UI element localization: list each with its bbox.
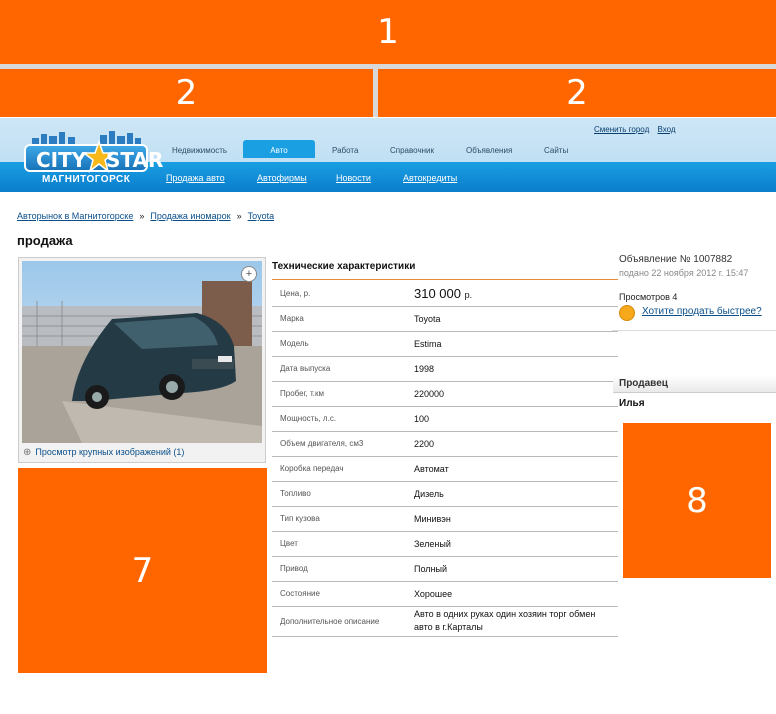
spec-price: 310 000 р. <box>407 281 618 306</box>
login-link[interactable]: Вход <box>657 125 675 134</box>
breadcrumb: Авторынок в Магнитогорске » Продажа иномар… <box>17 211 274 221</box>
spec-value: Минивэн <box>414 513 451 524</box>
price-unit: р. <box>464 289 473 300</box>
spec-label: Дополнительное описание <box>280 616 380 626</box>
spec-label: Дата выпуска <box>280 364 331 373</box>
specs-divider <box>272 279 618 280</box>
zoom-icon[interactable]: + <box>241 266 257 282</box>
view-large-images-label: Просмотр крупных изображений (1) <box>35 447 185 457</box>
spec-label: Объем двигателя, см3 <box>280 439 364 448</box>
spec-value: Полный <box>414 563 447 574</box>
ad-banner-left-bottom[interactable]: 7 <box>18 468 267 673</box>
sub-link-car-sales[interactable]: Продажа авто <box>166 173 225 183</box>
table-row: Объем двигателя, см3 2200 <box>272 431 618 456</box>
table-row: Марка Toyota <box>272 306 618 331</box>
tab-real-estate[interactable]: Недвижимость <box>172 146 227 155</box>
photo-gallery: + ⊕ Просмотр крупных изображений (1) <box>18 257 266 463</box>
ad-banner-top[interactable]: 1 <box>0 0 776 64</box>
magnifier-icon: ⊕ <box>23 447 32 458</box>
spec-label: Топливо <box>280 489 311 498</box>
spec-value: 220000 <box>414 388 445 399</box>
sub-link-car-loans[interactable]: Автокредиты <box>403 173 457 183</box>
spec-value: Хорошее <box>414 588 453 599</box>
ad-info: Объявление № 1007882 подано 22 ноября 20… <box>619 254 775 302</box>
spec-label: Пробег, т.км <box>280 389 324 398</box>
spec-value: Toyota <box>414 313 441 324</box>
spec-label: Привод <box>280 564 308 573</box>
ad-number: Объявление № 1007882 <box>619 254 733 265</box>
lightbulb-icon <box>619 305 635 321</box>
breadcrumb-item[interactable]: Авторынок в Магнитогорске <box>17 211 133 221</box>
divider <box>612 330 776 331</box>
spec-value: Estima <box>414 338 442 349</box>
tab-classifieds[interactable]: Объявления <box>466 146 512 155</box>
tab-auto[interactable]: Авто <box>243 140 315 158</box>
table-row: Дата выпуска 1998 <box>272 356 618 381</box>
spec-label: Цена, р. <box>280 288 311 298</box>
specs-title: Технические характеристики <box>272 261 416 272</box>
tab-jobs[interactable]: Работа <box>332 146 358 155</box>
sell-faster-label: Хотите продать быстрее? <box>642 306 762 317</box>
spec-value: Автомат <box>414 463 449 474</box>
breadcrumb-item[interactable]: Toyota <box>248 211 275 221</box>
spec-label: Модель <box>280 339 309 348</box>
table-row: Топливо Дизель <box>272 481 618 506</box>
spec-value: 2200 <box>414 438 435 449</box>
spec-label: Марка <box>280 314 304 323</box>
tab-directory[interactable]: Справочник <box>390 146 434 155</box>
logo-text-city: CITY <box>36 148 87 172</box>
spec-description: Авто в одних руках один хозяин торг обме… <box>407 606 618 636</box>
spec-label: Коробка передач <box>280 464 344 473</box>
sub-link-dealers[interactable]: Автофирмы <box>257 173 307 183</box>
table-row: Модель Estima <box>272 331 618 356</box>
change-city-link[interactable]: Сменить город <box>594 125 649 134</box>
table-row: Пробег, т.км 220000 <box>272 381 618 406</box>
table-row: Тип кузова Минивэн <box>272 506 618 531</box>
sell-faster-link[interactable]: Хотите продать быстрее? <box>619 304 775 322</box>
table-row: Коробка передач Автомат <box>272 456 618 481</box>
logo-badge: CITY STAR <box>24 140 163 173</box>
top-links: Сменить город Вход <box>594 125 682 134</box>
spec-value: 1998 <box>414 363 435 374</box>
breadcrumb-item[interactable]: Продажа иномарок <box>150 211 230 221</box>
table-row: Цена, р. 310 000 р. <box>272 281 618 306</box>
spec-value: Дизель <box>414 488 444 499</box>
table-row: Состояние Хорошее <box>272 581 618 606</box>
ad-banner-middle-right[interactable]: 2 <box>378 69 776 117</box>
spec-label: Мощность, л.с. <box>280 414 337 423</box>
spec-label: Цвет <box>280 539 298 548</box>
table-row: Цвет Зеленый <box>272 531 618 556</box>
description-line: авто в г.Карталы <box>414 622 483 632</box>
breadcrumb-separator: » <box>236 211 242 221</box>
ad-views: Просмотров 4 <box>619 292 678 302</box>
spec-label: Состояние <box>280 589 320 598</box>
seller-label: Продавец <box>619 378 668 389</box>
ad-banner-right[interactable]: 8 <box>623 423 771 578</box>
seller-name: Илья <box>619 398 645 409</box>
ad-date: подано 22 ноября 2012 г. 15:47 <box>619 268 749 278</box>
logo-text-star: STAR <box>106 148 164 172</box>
spec-value: 100 <box>414 413 430 424</box>
car-photo[interactable] <box>22 261 262 443</box>
spec-value: Зеленый <box>414 538 451 549</box>
tab-sites[interactable]: Сайты <box>544 146 568 155</box>
spec-label: Тип кузова <box>280 514 320 523</box>
table-row: Дополнительное описание Авто в одних рук… <box>272 606 618 636</box>
ad-banner-middle-left[interactable]: 2 <box>0 69 373 117</box>
sub-link-news[interactable]: Новости <box>336 173 371 183</box>
view-large-images-link[interactable]: ⊕ Просмотр крупных изображений (1) <box>23 447 184 458</box>
site-logo[interactable]: CITY STAR МАГНИТОГОРСК <box>20 130 163 186</box>
table-row: Мощность, л.с. 100 <box>272 406 618 431</box>
price-value: 310 000 <box>414 285 461 301</box>
breadcrumb-separator: » <box>139 211 145 221</box>
logo-city-name: МАГНИТОГОРСК <box>42 174 131 185</box>
specs-table: Цена, р. 310 000 р. Марка Toyota Модель Es… <box>272 281 618 637</box>
page-title: продажа <box>17 233 73 248</box>
table-row: Привод Полный <box>272 556 618 581</box>
description-line: Авто в одних руках один хозяин торг обме… <box>414 609 596 619</box>
